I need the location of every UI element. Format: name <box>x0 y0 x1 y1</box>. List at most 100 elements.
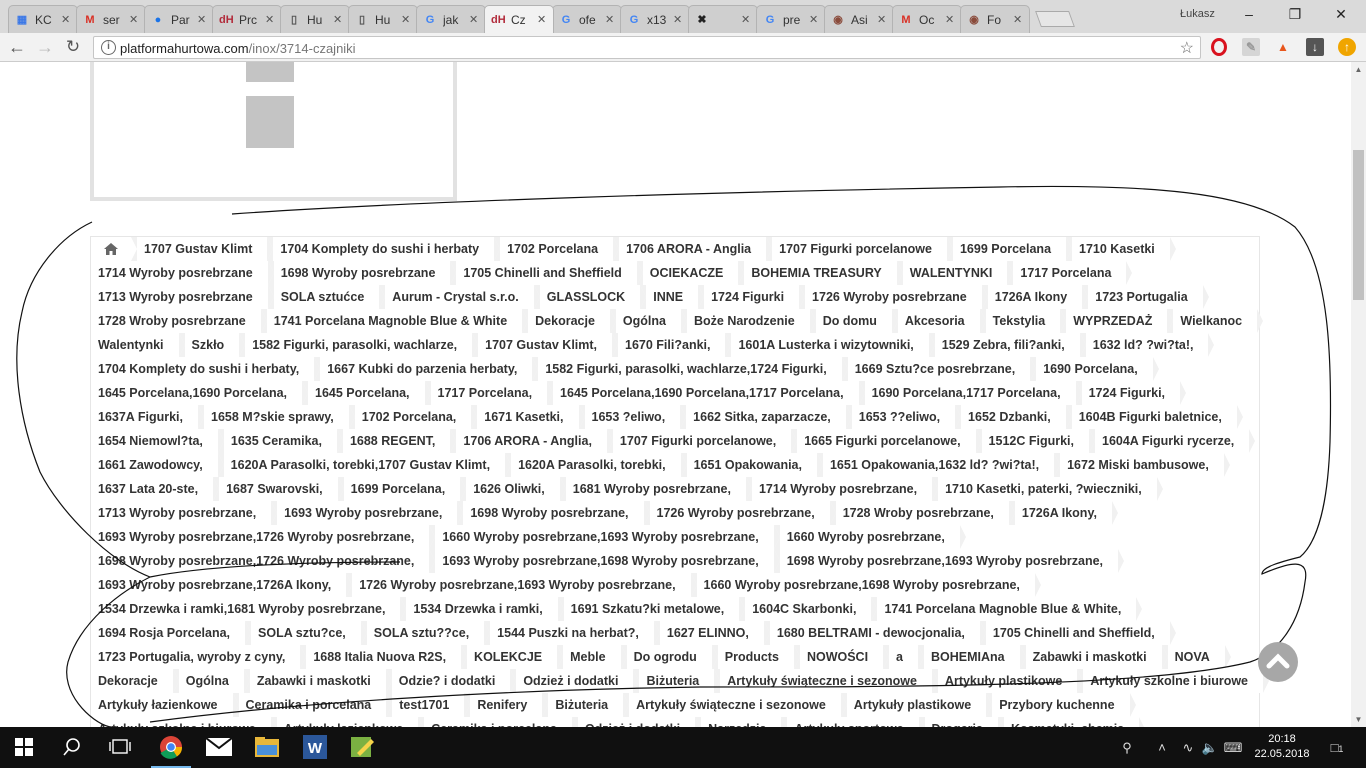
breadcrumb-link[interactable]: Narzędzia <box>695 717 788 727</box>
breadcrumb-link[interactable]: INNE <box>640 285 704 309</box>
browser-tab[interactable]: ◉ Asi ✕ <box>824 5 894 33</box>
chrome-taskbar-icon[interactable] <box>147 727 195 768</box>
breadcrumb-link[interactable]: Artykuły szkolne i biurowe <box>1077 669 1269 693</box>
breadcrumb-link[interactable]: Dekoracje <box>522 309 616 333</box>
profile-name[interactable]: Łukasz <box>1180 8 1215 20</box>
pdf-extension-icon[interactable]: ✎ <box>1242 38 1260 56</box>
breadcrumb-link[interactable]: Ceramika i porcelana <box>232 693 393 717</box>
forward-arrow-icon[interactable]: → <box>34 36 56 58</box>
mail-taskbar-icon[interactable] <box>195 727 243 768</box>
task-view-icon[interactable] <box>96 727 144 768</box>
breadcrumb-link[interactable]: NOVA <box>1161 645 1231 669</box>
breadcrumb-link[interactable]: 1694 Rosja Porcelana, <box>91 621 252 645</box>
close-tab-icon[interactable]: ✕ <box>197 13 207 26</box>
breadcrumb-link[interactable]: 1726A Ikony <box>981 285 1088 309</box>
breadcrumb-link[interactable]: 1702 Porcelana <box>494 237 620 261</box>
editor-taskbar-icon[interactable] <box>339 727 387 768</box>
breadcrumb-link[interactable]: 1544 Puszki na herbat?, <box>484 621 660 645</box>
breadcrumb-home-link[interactable] <box>91 237 131 261</box>
breadcrumb-link[interactable]: 1741 Porcelana Magnoble Blue & White, <box>871 597 1143 621</box>
breadcrumb-link[interactable]: 1604B Figurki baletnice, <box>1065 405 1243 429</box>
breadcrumb-link[interactable]: 1660 Wyroby posrebrzane, <box>773 525 967 549</box>
breadcrumb-link[interactable]: 1660 Wyroby posrebrzane,1693 Wyroby posr… <box>429 525 781 549</box>
breadcrumb-link[interactable]: 1693 Wyroby posrebrzane,1726A Ikony, <box>91 573 353 597</box>
breadcrumb-link[interactable]: 1741 Porcelana Magnoble Blue & White <box>260 309 529 333</box>
close-tab-icon[interactable]: ✕ <box>809 13 819 26</box>
breadcrumb-link[interactable]: 1698 Wyroby posrebrzane,1726 Wyroby posr… <box>91 549 436 573</box>
breadcrumb-link[interactable]: KOLEKCJE <box>461 645 564 669</box>
close-tab-icon[interactable]: ✕ <box>401 13 411 26</box>
breadcrumb-link[interactable]: 1713 Wyroby posrebrzane <box>91 285 274 309</box>
breadcrumb-link[interactable]: 1717 Porcelana <box>1007 261 1133 285</box>
breadcrumb-link[interactable]: 1699 Porcelana, <box>337 477 466 501</box>
breadcrumb-link[interactable]: 1651 Opakowania, <box>680 453 824 477</box>
breadcrumb-link[interactable]: NOWOŚCI <box>793 645 890 669</box>
close-tab-icon[interactable]: ✕ <box>129 13 139 26</box>
breadcrumb-link[interactable]: 1710 Kasetki <box>1066 237 1176 261</box>
breadcrumb-link[interactable]: Dekoracje <box>91 669 179 693</box>
breadcrumb-link[interactable]: Przybory kuchenne <box>986 693 1136 717</box>
breadcrumb-link[interactable]: Artykuły plastikowe <box>931 669 1084 693</box>
breadcrumb-link[interactable]: 1670 Fili?anki, <box>611 333 732 357</box>
breadcrumb-link[interactable]: 1601A Lusterka i wizytowniki, <box>725 333 936 357</box>
breadcrumb-link[interactable]: Kosmetyki, chemia <box>997 717 1146 727</box>
show-hidden-icons-chevron-icon[interactable]: ˄ <box>1152 727 1172 768</box>
close-tab-icon[interactable]: ✕ <box>945 13 955 26</box>
breadcrumb-link[interactable]: Biżuteria <box>633 669 721 693</box>
breadcrumb-link[interactable]: Tekstylia <box>979 309 1066 333</box>
breadcrumb-link[interactable]: 1604A Figurki rycerze, <box>1088 429 1256 453</box>
breadcrumb-link[interactable]: 1671 Kasetki, <box>471 405 585 429</box>
product-thumbnail[interactable] <box>246 62 294 82</box>
breadcrumb-link[interactable]: 1705 Chinelli and Sheffield <box>450 261 644 285</box>
breadcrumb-link[interactable]: OCIEKACZE <box>636 261 745 285</box>
breadcrumb-link[interactable]: 1687 Swarovski, <box>213 477 344 501</box>
browser-tab[interactable]: ▦ KC ✕ <box>8 5 78 33</box>
breadcrumb-link[interactable]: 1693 Wyroby posrebrzane,1698 Wyroby posr… <box>429 549 781 573</box>
system-clock[interactable]: 20:18 22.05.2018 <box>1248 732 1316 762</box>
breadcrumb-link[interactable]: 1534 Drzewka i ramki,1681 Wyroby posrebr… <box>91 597 407 621</box>
breadcrumb-link[interactable]: 1707 Figurki porcelanowe <box>766 237 953 261</box>
breadcrumb-link[interactable]: 1632 ld? ?wi?ta!, <box>1079 333 1215 357</box>
breadcrumb-link[interactable]: 1681 Wyroby posrebrzane, <box>559 477 753 501</box>
reload-icon[interactable]: ↻ <box>62 36 84 58</box>
breadcrumb-link[interactable]: a <box>883 645 924 669</box>
breadcrumb-link[interactable]: Artykuły świąteczne i sezonowe <box>623 693 847 717</box>
breadcrumb-link[interactable]: 1713 Wyroby posrebrzane, <box>91 501 278 525</box>
file-explorer-taskbar-icon[interactable] <box>243 727 291 768</box>
close-tab-icon[interactable]: ✕ <box>265 13 275 26</box>
breadcrumb-link[interactable]: 1728 Wroby posrebrzane, <box>829 501 1016 525</box>
breadcrumb-link[interactable]: 1658 M?skie sprawy, <box>198 405 355 429</box>
breadcrumb-link[interactable]: 1653 ??eliwo, <box>845 405 962 429</box>
breadcrumb-link[interactable]: Zabawki i maskotki <box>243 669 392 693</box>
update-extension-icon[interactable]: ↑ <box>1338 38 1356 56</box>
breadcrumb-link[interactable]: Drogeria <box>918 717 1005 727</box>
browser-tab[interactable]: Gpre ✕ <box>756 5 826 33</box>
breadcrumb-link[interactable]: 1702 Porcelana, <box>348 405 477 429</box>
volume-icon[interactable]: 🔈 <box>1200 727 1220 768</box>
breadcrumb-link[interactable]: 1512C Figurki, <box>975 429 1096 453</box>
breadcrumb-link[interactable]: 1710 Kasetki, paterki, ?wieczniki, <box>932 477 1163 501</box>
breadcrumb-link[interactable]: 1653 ?eliwo, <box>578 405 686 429</box>
breadcrumb-link[interactable]: 1699 Porcelana <box>946 237 1073 261</box>
breadcrumb-link[interactable]: Biżuteria <box>542 693 629 717</box>
breadcrumb-link[interactable]: 1529 Zebra, fili?anki, <box>928 333 1086 357</box>
breadcrumb-link[interactable]: 1707 Gustav Klimt <box>130 237 274 261</box>
breadcrumb-link[interactable]: 1669 Sztu?ce posrebrzane, <box>841 357 1037 381</box>
breadcrumb-link[interactable]: 1717 Porcelana, <box>424 381 553 405</box>
browser-tab[interactable]: Gjak ✕ <box>416 5 486 33</box>
breadcrumb-link[interactable]: Ogólna <box>609 309 688 333</box>
breadcrumb-link[interactable]: 1680 BELTRAMI - dewocjonalia, <box>763 621 986 645</box>
breadcrumb-link[interactable]: 1665 Figurki porcelanowe, <box>791 429 982 453</box>
keyboard-layout-icon[interactable]: ⌨ <box>1223 727 1243 768</box>
bookmark-star-icon[interactable]: ☆ <box>1180 38 1194 58</box>
breadcrumb-link[interactable]: 1726 Wyroby posrebrzane <box>799 285 988 309</box>
breadcrumb-link[interactable]: 1690 Porcelana,1717 Porcelana, <box>858 381 1082 405</box>
scroll-down-arrow-icon[interactable]: ▼ <box>1351 712 1366 727</box>
browser-tab[interactable]: Gx13 ✕ <box>620 5 690 33</box>
browser-tab[interactable]: dH Prc ✕ <box>212 5 282 33</box>
breadcrumb-link[interactable]: 1652 Dzbanki, <box>955 405 1072 429</box>
opera-extension-icon[interactable] <box>1211 38 1227 56</box>
breadcrumb-link[interactable]: 1690 Porcelana, <box>1030 357 1159 381</box>
close-window-button[interactable]: ✕ <box>1318 3 1364 25</box>
browser-tab[interactable]: ◉ Fo ✕ <box>960 5 1030 33</box>
